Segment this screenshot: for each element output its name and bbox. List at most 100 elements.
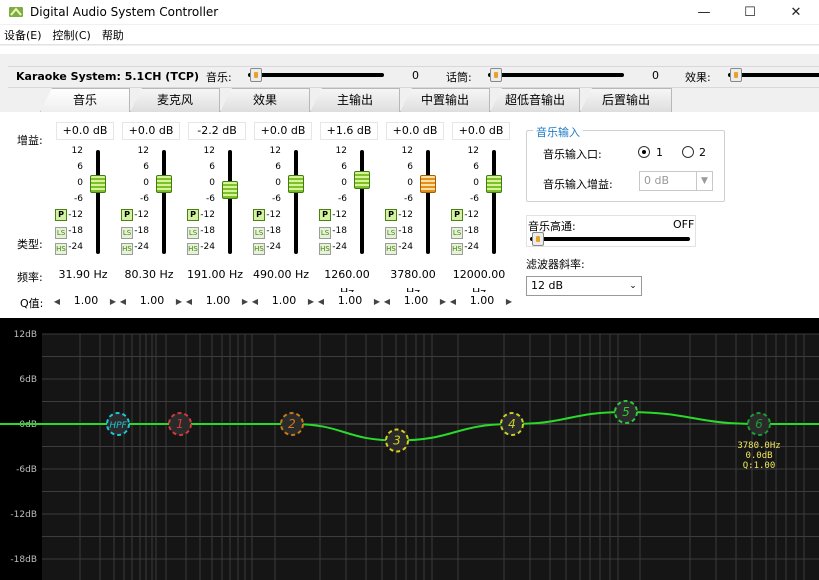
q-decrease-arrow-icon[interactable]: ◀ <box>52 292 62 310</box>
q-increase-arrow-icon[interactable]: ▶ <box>438 292 448 310</box>
band-6-slider-track[interactable] <box>426 150 430 254</box>
q-decrease-arrow-icon[interactable]: ◀ <box>316 292 326 310</box>
title-bar: Digital Audio System Controller — ☐ ✕ <box>0 0 819 24</box>
q-decrease-arrow-icon[interactable]: ◀ <box>382 292 392 310</box>
band-1-type-highshelf[interactable]: HS <box>55 243 67 255</box>
q-decrease-arrow-icon[interactable]: ◀ <box>448 292 458 310</box>
slider-thumb[interactable] <box>250 68 262 82</box>
menu-help[interactable]: 帮助 <box>98 27 131 43</box>
band-6-q-spinner[interactable]: ◀ 1.00 ▶ <box>382 292 448 310</box>
band-4-type-lowshelf[interactable]: LS <box>253 227 265 239</box>
freq-row-label: 频率: <box>17 271 43 284</box>
band-2-slider-track[interactable] <box>162 150 166 254</box>
band-7-slider-track[interactable] <box>492 150 496 254</box>
band-3-slider-thumb[interactable] <box>222 180 238 199</box>
band-5-slider-track[interactable] <box>360 150 364 254</box>
band-7-slider-thumb[interactable] <box>486 175 502 193</box>
band-6-type-peak[interactable]: P <box>385 209 397 221</box>
band-6-type-highshelf[interactable]: HS <box>385 243 397 255</box>
band-5-slider-thumb[interactable] <box>354 170 370 189</box>
band-1-slider-thumb[interactable] <box>90 175 106 193</box>
band-4-type-highshelf[interactable]: HS <box>253 243 265 255</box>
scale-tick: 6 <box>77 162 83 172</box>
tab-effect[interactable]: 效果 <box>220 88 310 112</box>
band-3-type-lowshelf[interactable]: LS <box>187 227 199 239</box>
tab-microphone[interactable]: 麦克风 <box>130 88 220 112</box>
band-1-slider-track[interactable] <box>96 150 100 254</box>
band-5-q-spinner[interactable]: ◀ 1.00 ▶ <box>316 292 382 310</box>
band-1-type-peak[interactable]: P <box>55 209 67 221</box>
band-2-q-spinner[interactable]: ◀ 1.00 ▶ <box>118 292 184 310</box>
q-increase-arrow-icon[interactable]: ▶ <box>240 292 250 310</box>
band-5-type-highshelf[interactable]: HS <box>319 243 331 255</box>
band-7-q-value[interactable]: 1.00 <box>464 292 500 310</box>
highpass-slider[interactable] <box>530 232 690 246</box>
q-increase-arrow-icon[interactable]: ▶ <box>108 292 118 310</box>
q-decrease-arrow-icon[interactable]: ◀ <box>118 292 128 310</box>
band-4-q-spinner[interactable]: ◀ 1.00 ▶ <box>250 292 316 310</box>
band-3-type-peak[interactable]: P <box>187 209 199 221</box>
input-port-1-radio[interactable] <box>638 146 650 158</box>
band-1-type-lowshelf[interactable]: LS <box>55 227 67 239</box>
band-2-type-peak[interactable]: P <box>121 209 133 221</box>
scale-tick: -18 <box>332 226 347 236</box>
music-input-gain-select[interactable]: 0 dB ▼ <box>639 171 713 191</box>
music-level-slider[interactable] <box>248 68 384 82</box>
scale-tick: -24 <box>332 242 347 252</box>
q-increase-arrow-icon[interactable]: ▶ <box>174 292 184 310</box>
slider-thumb[interactable] <box>532 232 544 246</box>
band-6-type-lowshelf[interactable]: LS <box>385 227 397 239</box>
tab-center-output[interactable]: 中置输出 <box>400 88 490 112</box>
band-3-q-value[interactable]: 1.00 <box>200 292 236 310</box>
band-4-slider-thumb[interactable] <box>288 175 304 193</box>
tab-main-output[interactable]: 主输出 <box>310 88 400 112</box>
band-7-type-lowshelf[interactable]: LS <box>451 227 463 239</box>
mic-level-slider[interactable] <box>488 68 624 82</box>
minimize-button[interactable]: — <box>681 0 727 24</box>
scale-tick: 12 <box>137 146 149 156</box>
menu-device[interactable]: 设备(E) <box>0 27 49 43</box>
band-6-slider-thumb[interactable] <box>420 175 436 193</box>
highpass-state: OFF <box>673 218 695 231</box>
effect-level-slider[interactable] <box>728 68 819 82</box>
band-5-type-peak[interactable]: P <box>319 209 331 221</box>
band-5-q-value[interactable]: 1.00 <box>332 292 368 310</box>
band-2-q-value[interactable]: 1.00 <box>134 292 170 310</box>
y-axis-tick-label: -12dB <box>10 510 37 520</box>
band-7-type-highshelf[interactable]: HS <box>451 243 463 255</box>
band-1-q-spinner[interactable]: ◀ 1.00 ▶ <box>52 292 118 310</box>
close-button[interactable]: ✕ <box>773 0 819 24</box>
band-7-type-peak[interactable]: P <box>451 209 463 221</box>
q-decrease-arrow-icon[interactable]: ◀ <box>184 292 194 310</box>
band-2-slider-thumb[interactable] <box>156 175 172 193</box>
band-3-type-highshelf[interactable]: HS <box>187 243 199 255</box>
band-5-type-lowshelf[interactable]: LS <box>319 227 331 239</box>
band-2-type-highshelf[interactable]: HS <box>121 243 133 255</box>
eq-response-graph[interactable]: 12dB6dB0dB-6dB-12dB-18dBHPF 1 234563780.0H… <box>0 318 819 580</box>
band-2-type-lowshelf[interactable]: LS <box>121 227 133 239</box>
band-7-q-spinner[interactable]: ◀ 1.00 ▶ <box>448 292 514 310</box>
slider-thumb[interactable] <box>730 68 742 82</box>
q-increase-arrow-icon[interactable]: ▶ <box>504 292 514 310</box>
q-increase-arrow-icon[interactable]: ▶ <box>372 292 382 310</box>
q-increase-arrow-icon[interactable]: ▶ <box>306 292 316 310</box>
band-4-q-value[interactable]: 1.00 <box>266 292 302 310</box>
tab-rear-output[interactable]: 后置输出 <box>580 88 672 112</box>
band-4-type-peak[interactable]: P <box>253 209 265 221</box>
music-input-gain-value: 0 dB <box>644 174 670 187</box>
band-6-q-value[interactable]: 1.00 <box>398 292 434 310</box>
band-3-slider-track[interactable] <box>228 150 232 254</box>
tab-subwoofer-output[interactable]: 超低音输出 <box>490 88 580 112</box>
input-port-2-radio[interactable] <box>682 146 694 158</box>
q-decrease-arrow-icon[interactable]: ◀ <box>250 292 260 310</box>
slider-thumb[interactable] <box>490 68 502 82</box>
tab-music[interactable]: 音乐 <box>40 88 130 112</box>
band-3-q-spinner[interactable]: ◀ 1.00 ▶ <box>184 292 250 310</box>
scale-tick: 6 <box>275 162 281 172</box>
maximize-button[interactable]: ☐ <box>727 0 773 24</box>
band-4-slider-track[interactable] <box>294 150 298 254</box>
menu-control[interactable]: 控制(C) <box>49 27 98 43</box>
filter-slope-select[interactable]: 12 dB ⌄ <box>526 276 642 296</box>
type-row-label: 类型: <box>17 238 43 251</box>
band-1-q-value[interactable]: 1.00 <box>68 292 104 310</box>
